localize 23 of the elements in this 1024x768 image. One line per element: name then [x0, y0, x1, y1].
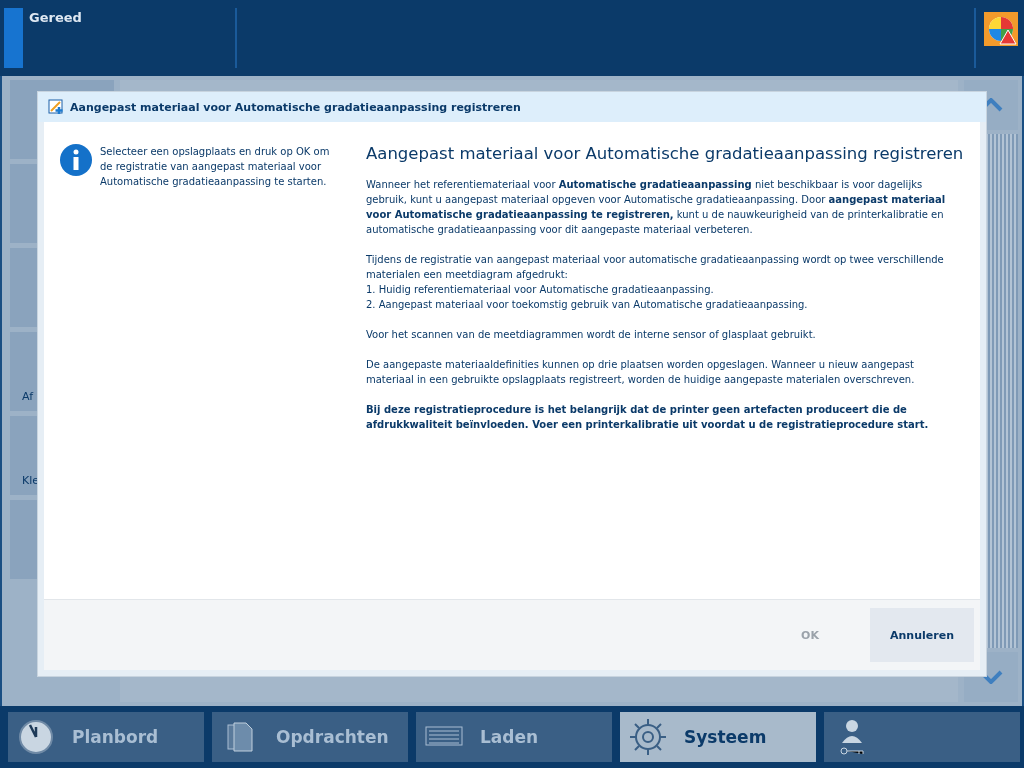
- nav-tab[interactable]: Systeem: [620, 712, 816, 762]
- dialog-title: Aangepast materiaal voor Automatische gradatieaanpassing registreren: [70, 100, 521, 114]
- paragraph: De aangepaste materiaaldefinities kunnen op drie plaatsen worden opgeslagen. Wanneer u nieuw aangepast materiaal in een gebruikte opslagplaats registreert, worden de huidige aangepaste materialen overschreven.: [366, 358, 916, 387]
- instruction-text: Selecteer een opslagplaats en druk op OK om de registratie van aangepast materiaal voor Automatische gradatieaanpassing te starten.: [100, 145, 331, 189]
- color-warning-icon[interactable]: [984, 12, 1018, 46]
- content-heading: Aangepast materiaal voor Automatische gradatieaanpassing registreren: [366, 144, 964, 163]
- clock-icon: [16, 717, 56, 757]
- paragraph: Voor het scannen van de meetdiagrammen wordt de interne sensor of glasplaat gebruikt.: [366, 328, 817, 342]
- cancel-button[interactable]: Annuleren: [870, 608, 974, 662]
- text-line: Tijdens de registratie van aangepast materiaal voor automatische gradatieaanpassing wordt op twee verschillende materialen een meetdiagram afgedrukt:: [366, 253, 945, 282]
- nav-tab[interactable]: Planbord: [8, 712, 204, 762]
- nav-tab[interactable]: Laden: [416, 712, 612, 762]
- paragraph: Wanneer het referentiemateriaal voor Automatische gradatieaanpassing niet beschikbaar is voor dagelijks gebruik, kunt u aangepast materiaal opgeven voor Automatische gradatieaanpassing. Door aangepast materiaal voor Automatische gradatieaanpassing te registreren, kunt u de nauwkeurigheid van de printerkalibratie en automatische gradatieaanpassing voor dit aangepaste materiaal verbeteren.: [366, 178, 947, 237]
- status-text: Gereed: [29, 10, 82, 25]
- warning-paragraph: Bij deze registratieprocedure is het belangrijk dat de printer geen artefacten produceert die de afdrukkwaliteit beïnvloeden. Voer een printerkalibratie uit voordat u de registratieprocedure start.: [366, 403, 930, 432]
- nav-tab[interactable]: Opdrachten: [212, 712, 408, 762]
- text-line: 1. Huidig referentiemateriaal voor Automatische gradatieaanpassing.: [366, 283, 715, 297]
- nav-tab[interactable]: [824, 712, 1020, 762]
- text-line: 2. Aangepast materiaal voor toekomstig gebruik van Automatische gradatieaanpassing.: [366, 298, 809, 312]
- status-indicator: [4, 8, 23, 68]
- info-icon: [60, 144, 92, 176]
- gear-icon: [628, 717, 668, 757]
- add-material-icon: [48, 99, 64, 115]
